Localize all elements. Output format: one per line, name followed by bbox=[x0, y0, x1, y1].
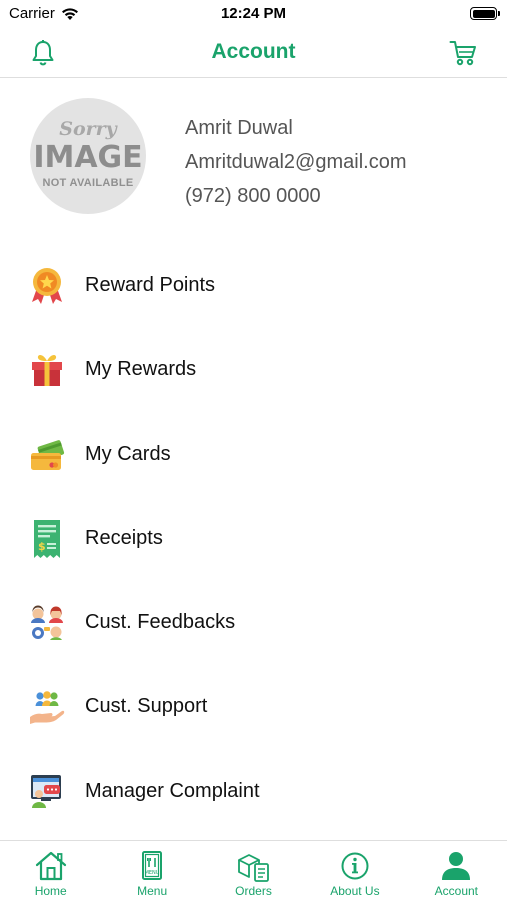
medal-icon bbox=[32, 268, 62, 304]
tab-bar: Home MENU Menu Orders About Us Account bbox=[0, 840, 507, 900]
feedback-icon bbox=[31, 605, 63, 641]
menu-item-label: Cust. Support bbox=[85, 695, 208, 718]
menu-item-label: Receipts bbox=[85, 526, 163, 549]
tab-about-us[interactable]: About Us bbox=[304, 841, 405, 900]
orders-icon bbox=[237, 854, 269, 882]
svg-text:MENU: MENU bbox=[145, 870, 160, 876]
avatar[interactable]: Sorry IMAGE NOT AVAILABLE bbox=[30, 98, 146, 214]
menu-item-label: My Rewards bbox=[85, 358, 197, 381]
tab-label: Home bbox=[34, 884, 67, 898]
menu-item-receipts[interactable]: $ Receipts bbox=[0, 497, 507, 581]
navigation-bar: Account bbox=[0, 28, 507, 78]
support-icon bbox=[30, 691, 65, 725]
person-icon bbox=[442, 852, 471, 880]
menu-item-label: Manager Complaint bbox=[85, 779, 260, 802]
tab-label: Orders bbox=[235, 884, 272, 898]
menu-item-cust-support[interactable]: Cust. Support bbox=[0, 665, 507, 749]
cart-icon[interactable] bbox=[449, 39, 477, 67]
menu-item-my-cards[interactable]: My Cards bbox=[0, 413, 507, 497]
cards-icon bbox=[31, 439, 65, 470]
tab-label: Account bbox=[434, 884, 478, 898]
tab-menu[interactable]: MENU Menu bbox=[101, 841, 202, 900]
avatar-placeholder-not-available: NOT AVAILABLE bbox=[42, 177, 134, 189]
menu-item-my-rewards[interactable]: My Rewards bbox=[0, 328, 507, 412]
receipt-icon: $ bbox=[34, 519, 60, 558]
complaint-icon bbox=[31, 774, 61, 808]
home-icon bbox=[35, 851, 66, 881]
menu-item-label: Reward Points bbox=[85, 274, 216, 296]
clock: 12:24 PM bbox=[220, 5, 287, 22]
avatar-placeholder-image: IMAGE bbox=[33, 140, 143, 175]
menu-item-manager-complaint[interactable]: Manager Complaint bbox=[0, 750, 507, 834]
menu-item-label: My Cards bbox=[85, 442, 171, 465]
profile-info: Amrit Duwal Amritduwal2@gmail.com (972) … bbox=[185, 111, 406, 213]
info-icon bbox=[341, 852, 369, 880]
menu-icon: MENU bbox=[142, 851, 163, 880]
menu-item-cust-feedbacks[interactable]: Cust. Feedbacks bbox=[0, 581, 507, 665]
status-bar: Carrier 12:24 PM bbox=[0, 0, 507, 28]
svg-text:$: $ bbox=[38, 540, 46, 553]
battery-icon bbox=[470, 7, 500, 20]
menu-item-reward-points[interactable]: Reward Points bbox=[0, 244, 507, 328]
profile-phone: (972) 800 0000 bbox=[185, 185, 321, 207]
tab-home[interactable]: Home bbox=[0, 841, 101, 900]
account-menu: Reward Points My Rewards My Cards $ Rece… bbox=[0, 244, 507, 834]
menu-item-label: Cust. Feedbacks bbox=[85, 611, 236, 634]
profile-name: Amrit Duwal bbox=[185, 117, 293, 139]
tab-account[interactable]: Account bbox=[406, 841, 507, 900]
gift-icon bbox=[32, 355, 62, 387]
tab-orders[interactable]: Orders bbox=[203, 841, 304, 900]
tab-label: About Us bbox=[330, 884, 380, 898]
profile-email: Amritduwal2@gmail.com bbox=[185, 151, 407, 173]
avatar-placeholder-sorry: Sorry bbox=[59, 118, 117, 140]
tab-label: Menu bbox=[137, 884, 168, 898]
page-title: Account bbox=[211, 40, 296, 63]
